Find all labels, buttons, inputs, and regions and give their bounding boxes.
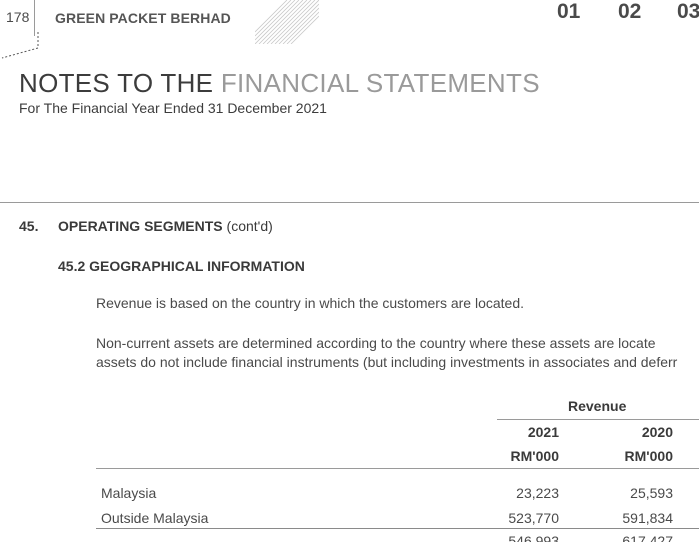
section-title-text: OPERATING SEGMENTS [58, 218, 223, 234]
table-year-2020: 2020 [641, 424, 673, 440]
section-title: OPERATING SEGMENTS (cont'd) [58, 218, 273, 234]
section-divider [0, 202, 699, 203]
page-subtitle: For The Financial Year Ended 31 December… [19, 100, 327, 116]
section-title-cont: (cont'd) [222, 218, 273, 234]
table-cell: 591,834 [622, 510, 673, 526]
table-total-cell: 546,993 [480, 530, 559, 542]
paragraph-assets-line2: assets do not include financial instrume… [96, 354, 678, 370]
nav-item-01[interactable]: 01 [557, 0, 580, 24]
section-number: 45. [19, 218, 39, 234]
page-title-light: FINANCIAL STATEMENTS [220, 68, 540, 98]
company-name: GREEN PACKET BERHAD [55, 10, 231, 26]
corner-decoration [1, 32, 39, 59]
table-row-label: Outside Malaysia [101, 510, 209, 526]
nav-item-02[interactable]: 02 [618, 0, 641, 24]
table-header-rule [96, 468, 699, 469]
table-row-label: Malaysia [101, 485, 157, 501]
page-title: NOTES TO THE FINANCIAL STATEMENTS [19, 68, 540, 99]
table-total-rule [96, 528, 699, 529]
table-year-2021: 2021 [527, 424, 559, 440]
paragraph-revenue: Revenue is based on the country in which… [96, 295, 525, 311]
table-total-2021: 546,993 [508, 533, 559, 542]
page-number: 178 [6, 9, 30, 25]
group-header-underline [497, 419, 699, 420]
paragraph-assets-line1: Non-current assets are determined accord… [96, 335, 656, 351]
table-unit-2020: RM'000 [624, 448, 673, 464]
nav-item-03[interactable]: 03 [677, 0, 699, 24]
page-title-dark: NOTES TO THE [19, 68, 221, 98]
table-unit-2021: RM'000 [510, 448, 559, 464]
table-total-2020: 617,427 [622, 533, 673, 542]
hatch-pattern [255, 0, 319, 44]
table-cell: 523,770 [508, 510, 559, 526]
table-group-header: Revenue [568, 398, 627, 414]
table-total-cell: 617,427 [590, 530, 673, 542]
table-cell: 23,223 [516, 485, 559, 501]
subsection-title: 45.2 GEOGRAPHICAL INFORMATION [58, 258, 305, 274]
table-cell: 25,593 [630, 485, 673, 501]
